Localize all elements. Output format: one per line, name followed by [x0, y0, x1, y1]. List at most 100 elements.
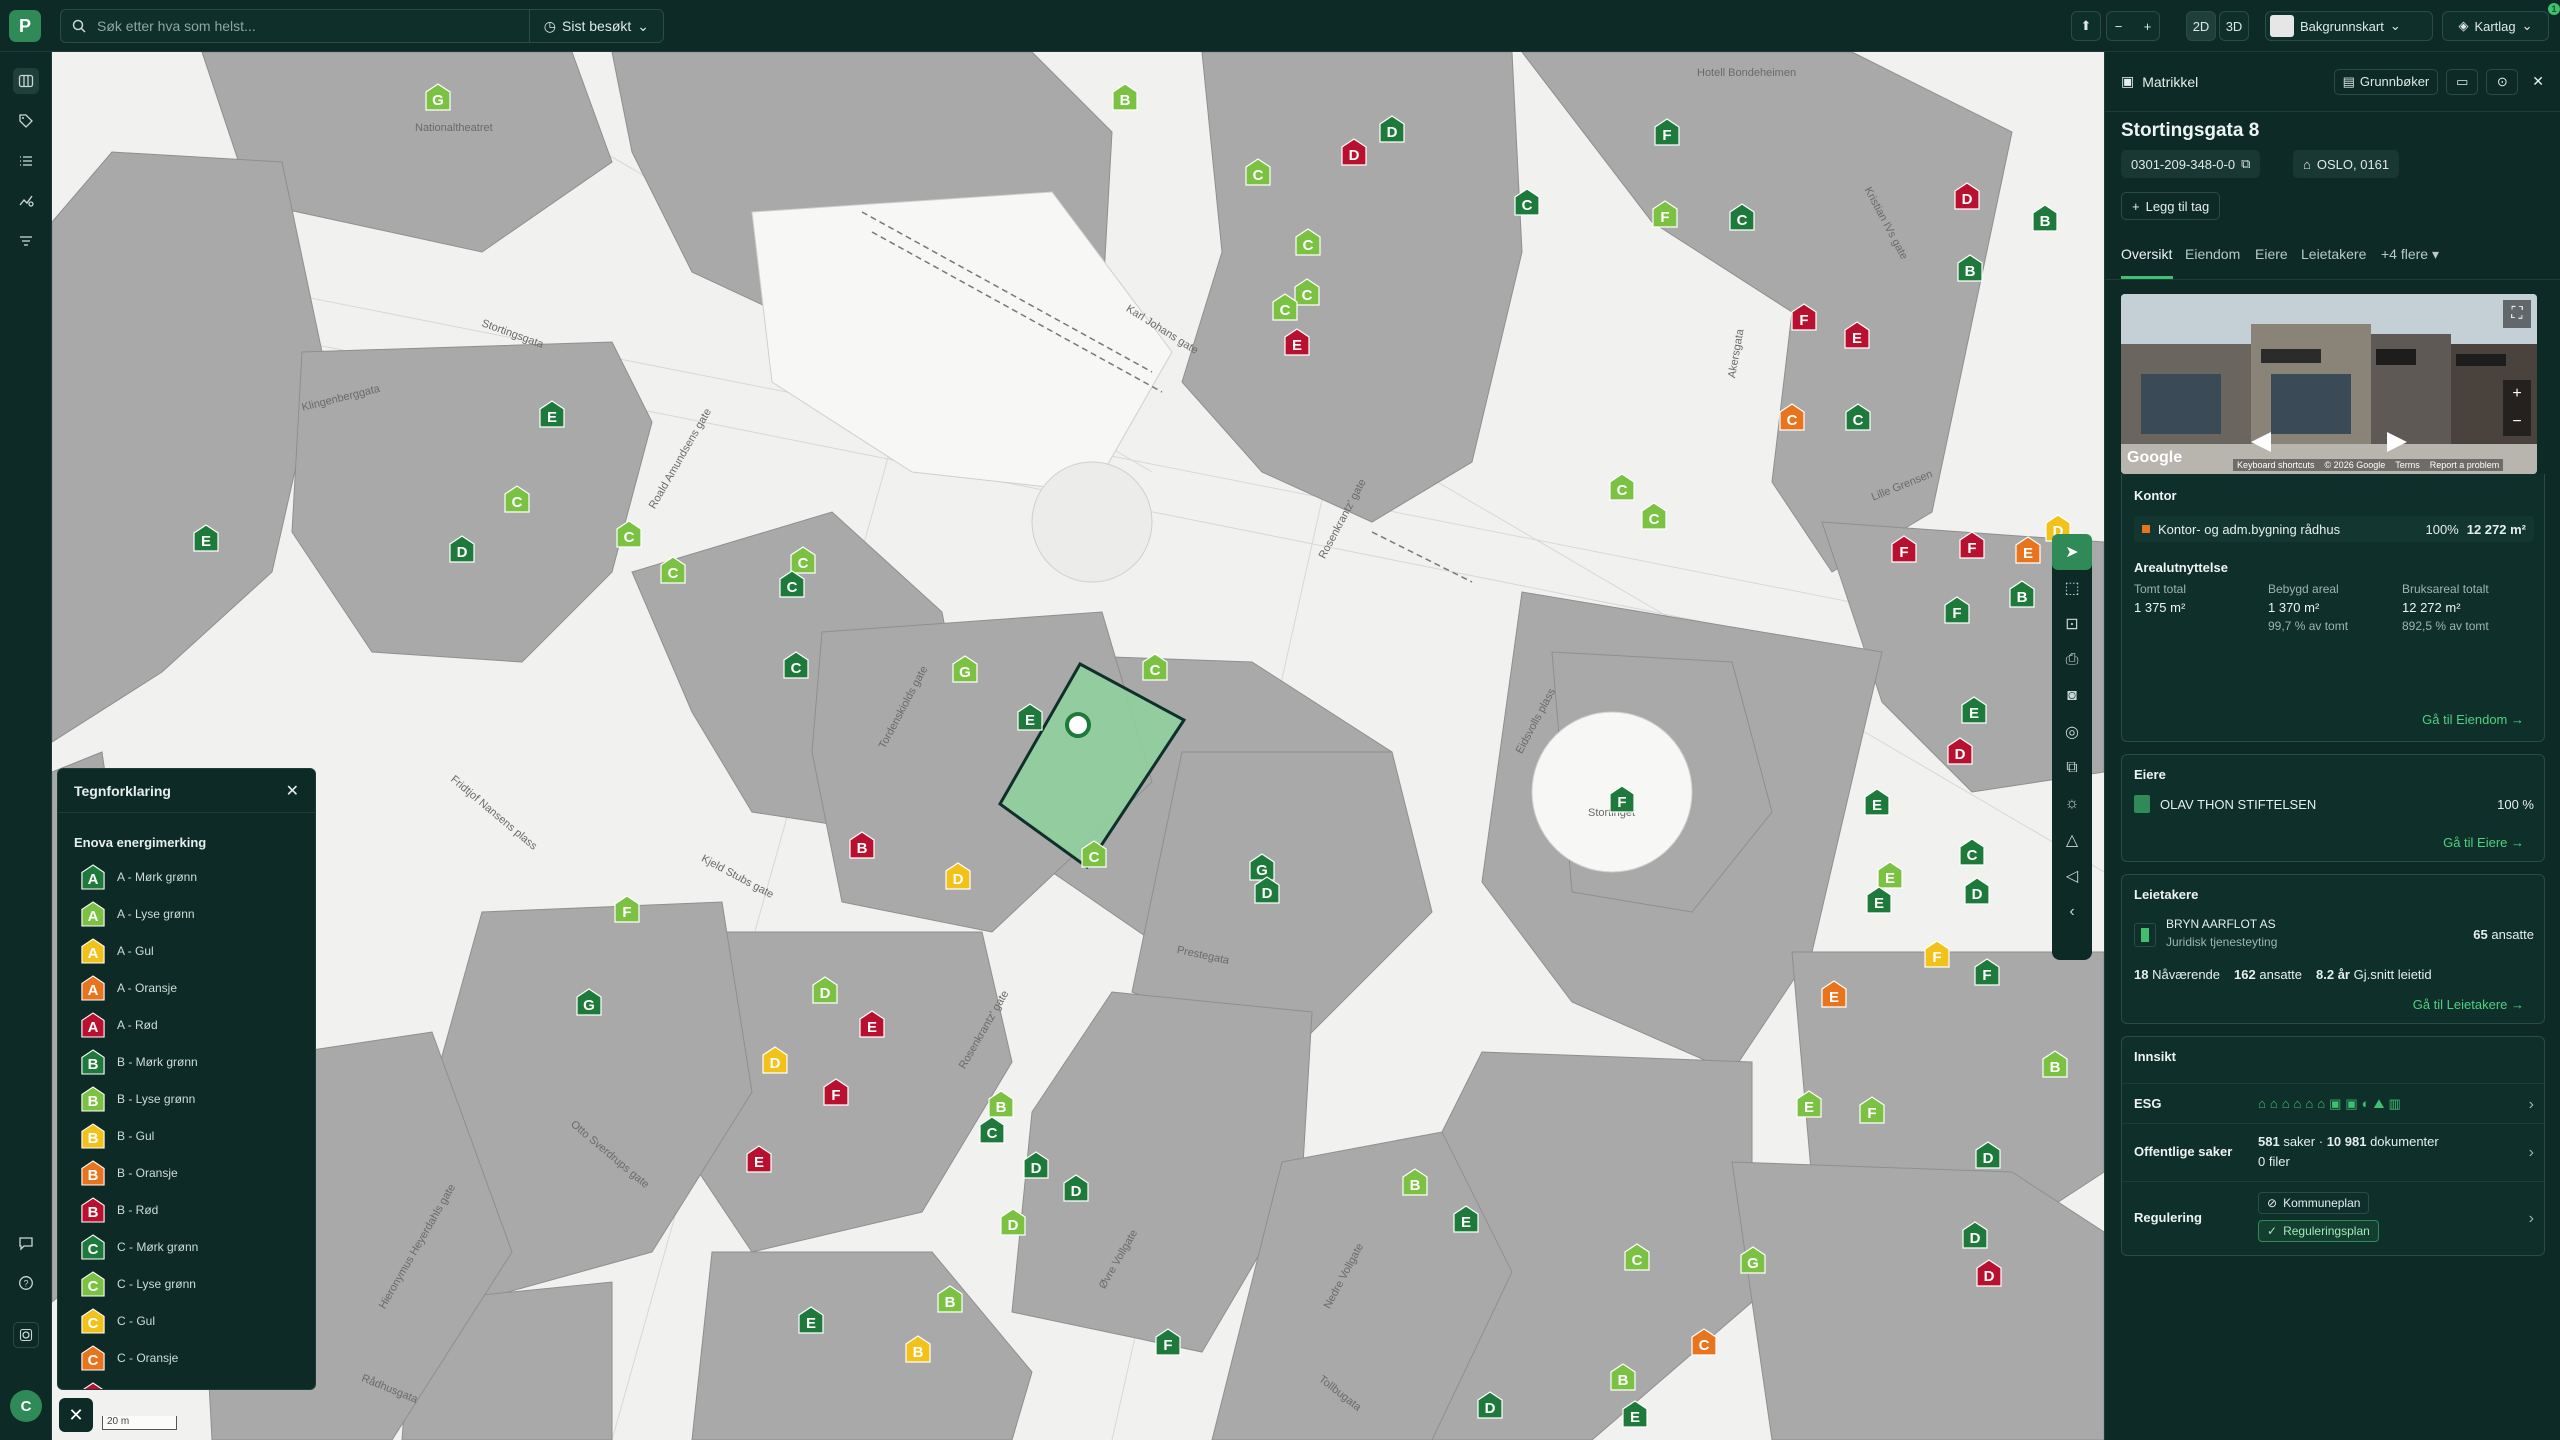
tab-oversikt[interactable]: Oversikt	[2121, 246, 2172, 262]
energy-label-badge[interactable]: C	[1845, 403, 1871, 431]
energy-label-badge[interactable]: D	[1341, 138, 1367, 166]
search-box[interactable]: ◷ Sist besøkt ⌄	[60, 9, 664, 43]
energy-label-badge[interactable]: C	[1624, 1243, 1650, 1271]
goto-leietakere-link[interactable]: Gå til Leietakere →	[2413, 997, 2524, 1012]
energy-label-badge[interactable]: B	[849, 831, 875, 859]
energy-label-badge[interactable]: C	[1142, 653, 1168, 681]
map-canvas[interactable]: Stortingsgata Karl Johans gate Klingenbe…	[52, 52, 2104, 1440]
energy-label-badge[interactable]: B	[988, 1090, 1014, 1118]
energy-label-badge[interactable]: E	[1284, 328, 1310, 356]
location-pin-icon[interactable]	[1065, 712, 1091, 738]
energy-label-badge[interactable]: C	[1295, 228, 1321, 256]
energy-label-badge[interactable]: E	[539, 400, 565, 428]
measure-icon[interactable]: △	[2052, 822, 2092, 858]
energy-label-badge[interactable]: E	[193, 524, 219, 552]
energy-label-badge[interactable]: C	[1691, 1328, 1717, 1356]
filter-icon[interactable]	[13, 228, 39, 254]
keyboard-shortcuts-link[interactable]: Keyboard shortcuts	[2237, 460, 2315, 470]
energy-label-badge[interactable]: C	[1272, 293, 1298, 321]
energy-label-badge[interactable]: B	[1112, 83, 1138, 111]
tab-eiendom[interactable]: Eiendom	[2185, 246, 2240, 262]
energy-label-badge[interactable]: D	[1477, 1391, 1503, 1419]
energy-label-badge[interactable]: C	[979, 1116, 1005, 1144]
energy-label-badge[interactable]: B	[1402, 1168, 1428, 1196]
energy-label-badge[interactable]: D	[1254, 876, 1280, 904]
tag-icon[interactable]	[13, 108, 39, 134]
energy-label-badge[interactable]: E	[1017, 703, 1043, 731]
energy-label-badge[interactable]: E	[2015, 536, 2041, 564]
fullscreen-icon[interactable]: ⛶	[2503, 300, 2531, 328]
analytics-icon[interactable]	[13, 188, 39, 214]
energy-label-badge[interactable]: C	[1959, 838, 1985, 866]
energy-label-badge[interactable]: C	[779, 570, 805, 598]
energy-label-badge[interactable]: D	[1976, 1259, 2002, 1287]
copy-icon[interactable]: ⧉	[2241, 156, 2250, 172]
energy-label-badge[interactable]: G	[425, 83, 451, 111]
area-select-icon[interactable]: ⬚	[2052, 570, 2092, 606]
energy-label-badge[interactable]: E	[1453, 1205, 1479, 1233]
energy-label-badge[interactable]: C	[1641, 502, 1667, 530]
energy-label-badge[interactable]: B	[905, 1335, 931, 1363]
energy-label-badge[interactable]: F	[1155, 1328, 1181, 1356]
energy-label-badge[interactable]: E	[859, 1010, 885, 1038]
energy-label-badge[interactable]: E	[1821, 980, 1847, 1008]
energy-label-badge[interactable]: F	[1859, 1096, 1885, 1124]
chat-icon[interactable]	[13, 1230, 39, 1256]
energy-label-badge[interactable]: D	[1947, 737, 1973, 765]
zoom-out-button[interactable]: −	[2512, 413, 2521, 431]
energy-label-badge[interactable]: C	[783, 651, 809, 679]
offentlige-saker-row[interactable]: Offentlige saker 581 saker · 10 981 doku…	[2122, 1123, 2546, 1181]
energy-label-badge[interactable]: D	[1063, 1174, 1089, 1202]
energy-label-badge[interactable]: E	[1877, 861, 1903, 889]
user-avatar[interactable]: C	[10, 1390, 42, 1422]
energy-label-badge[interactable]: B	[2032, 204, 2058, 232]
regulering-row[interactable]: Regulering ⊘ Kommuneplan ✓ Reguleringsplan…	[2122, 1181, 2546, 1251]
add-tag-button[interactable]: + Legg til tag	[2121, 192, 2221, 220]
energy-label-badge[interactable]: D	[1023, 1151, 1049, 1179]
bookmark-icon[interactable]: ⊡	[2052, 606, 2092, 642]
energy-label-badge[interactable]: F	[1654, 118, 1680, 146]
energy-label-badge[interactable]: D	[1975, 1141, 2001, 1169]
energy-label-badge[interactable]: F	[1944, 596, 1970, 624]
matrikkel-id-chip[interactable]: 0301-209-348-0-0 ⧉	[2121, 150, 2261, 178]
app-logo[interactable]: P	[9, 10, 41, 42]
view-3d-button[interactable]: 3D	[2219, 11, 2249, 41]
energy-label-badge[interactable]: C	[1081, 840, 1107, 868]
view-2d-button[interactable]: 2D	[2186, 11, 2216, 41]
panorama-button[interactable]: ▭	[2446, 68, 2479, 95]
energy-label-badge[interactable]: C	[1729, 203, 1755, 231]
compass-button[interactable]: ⬆	[2071, 11, 2101, 41]
energy-label-badge[interactable]: B	[1610, 1363, 1636, 1391]
energy-label-badge[interactable]: E	[1796, 1090, 1822, 1118]
target-icon[interactable]: ◎	[2052, 714, 2092, 750]
sun-icon[interactable]: ☼	[2052, 786, 2092, 822]
select-pointer-icon[interactable]: ➤	[2052, 534, 2092, 570]
energy-label-badge[interactable]: E	[1866, 886, 1892, 914]
camera-icon[interactable]: ◙	[2052, 678, 2092, 714]
energy-label-badge[interactable]: B	[1957, 254, 1983, 282]
energy-label-badge[interactable]: B	[937, 1285, 963, 1313]
energy-label-badge[interactable]: E	[1844, 321, 1870, 349]
energy-label-badge[interactable]: C	[616, 520, 642, 548]
tab-eiere[interactable]: Eiere	[2255, 246, 2288, 262]
energy-label-badge[interactable]: E	[746, 1145, 772, 1173]
settings-icon[interactable]	[13, 1322, 39, 1348]
energy-label-badge[interactable]: C	[1514, 188, 1540, 216]
kontor-row[interactable]: Kontor- og adm.bygning rådhus 100% 12 27…	[2134, 516, 2534, 542]
print-icon[interactable]: ⎙	[2052, 642, 2092, 678]
tab-more[interactable]: +4 flere ▾	[2381, 246, 2439, 263]
report-problem-link[interactable]: Report a problem	[2430, 460, 2500, 470]
help-icon[interactable]: ?	[13, 1270, 39, 1296]
close-icon[interactable]: ✕	[286, 781, 299, 801]
search-input[interactable]	[97, 18, 529, 34]
energy-label-badge[interactable]: F	[1791, 303, 1817, 331]
leietaker-row[interactable]: BRYN AARFLOT AS Juridisk tjenesteyting 6…	[2134, 917, 2534, 953]
energy-label-badge[interactable]: F	[1609, 785, 1635, 813]
location-chip[interactable]: ⌂ OSLO, 0161	[2293, 150, 2400, 178]
esg-row[interactable]: ESG ⌂⌂⌂⌂⌂⌂▣▣◐⛰▥ ›	[2122, 1083, 2546, 1123]
energy-label-badge[interactable]: G	[952, 655, 978, 683]
energy-label-badge[interactable]: E	[1961, 696, 1987, 724]
goto-eiendom-link[interactable]: Gå til Eiendom →	[2422, 712, 2524, 727]
terms-link[interactable]: Terms	[2395, 460, 2420, 470]
energy-label-badge[interactable]: C	[504, 485, 530, 513]
